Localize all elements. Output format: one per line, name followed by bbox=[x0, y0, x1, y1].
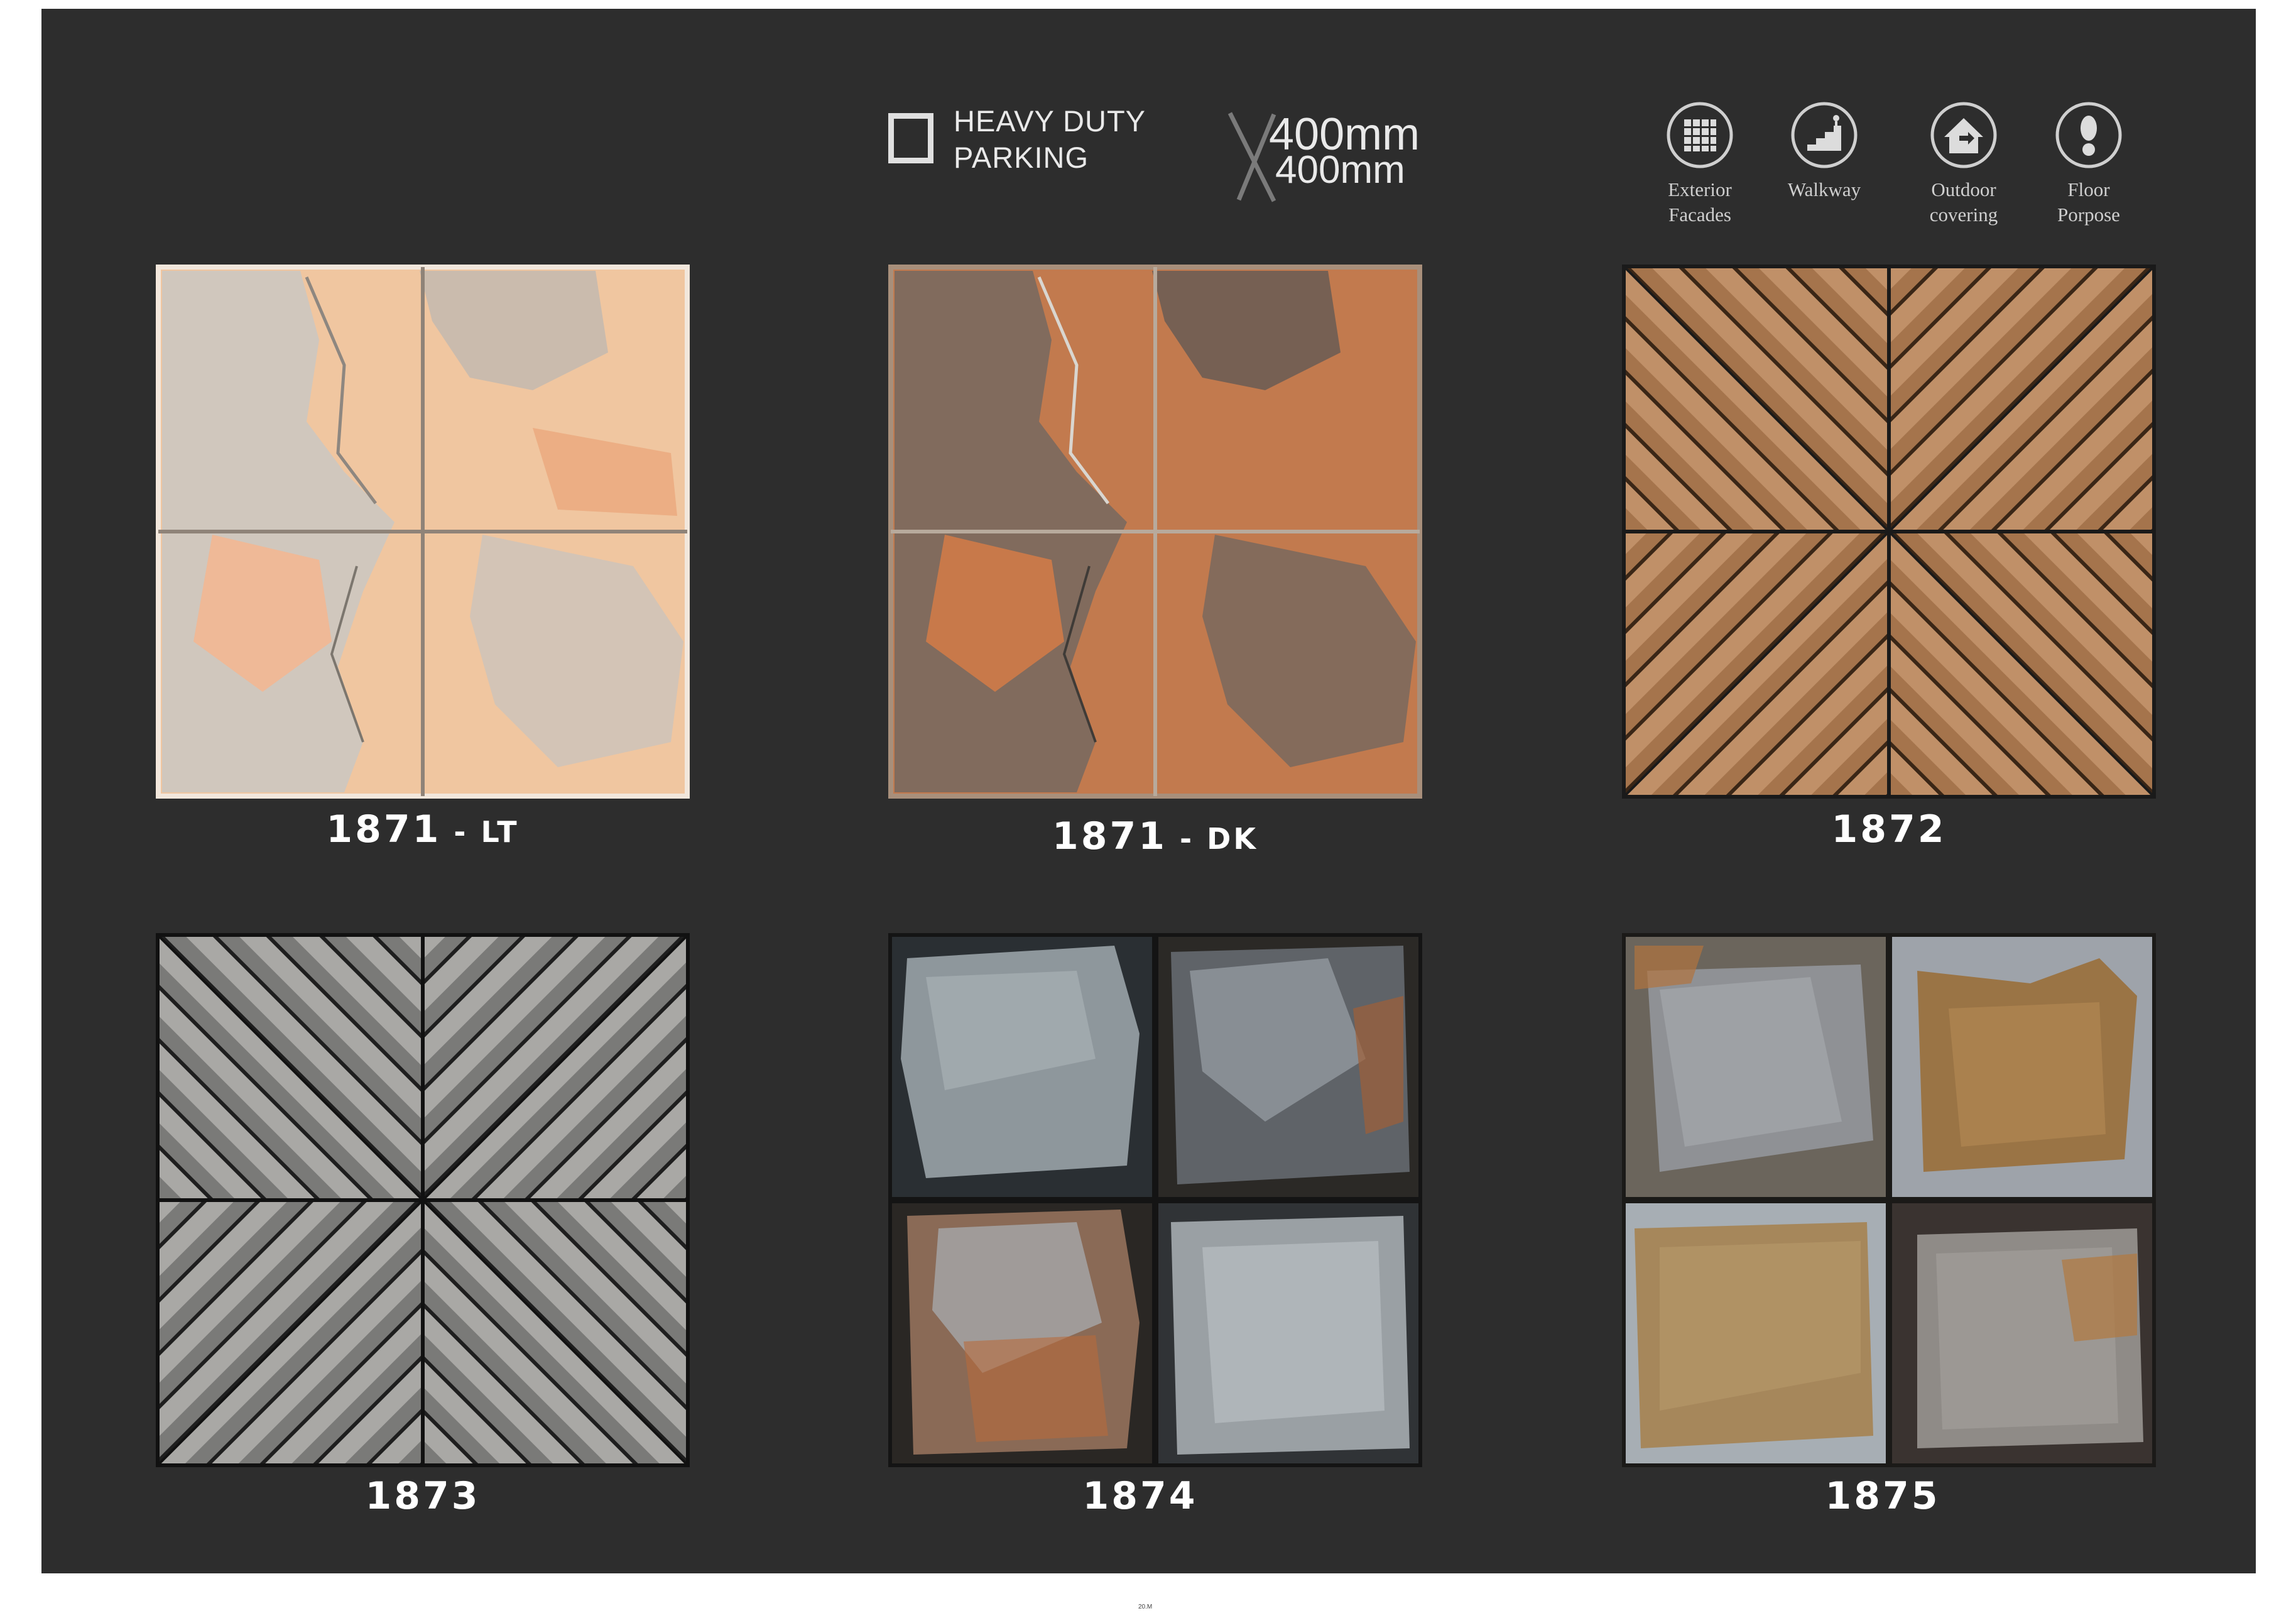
tile-image-1873 bbox=[156, 933, 690, 1467]
usage-label-line1: Walkway bbox=[1787, 178, 1861, 200]
tile-code-1875: 1875 bbox=[1616, 1474, 2150, 1518]
tile-image-1872 bbox=[1622, 265, 2156, 799]
usage-exterior-facades: Exterior Facades bbox=[1637, 101, 1763, 227]
tile-code-1871-dk: 1871 - DK bbox=[888, 814, 1422, 858]
tile-code: 1871 bbox=[1052, 814, 1168, 858]
tile-code-1871-lt: 1871 - LT bbox=[156, 807, 690, 851]
tile-image-1874 bbox=[888, 933, 1422, 1467]
square-outline-icon bbox=[888, 113, 933, 163]
usage-label-line2: Porpose bbox=[2057, 204, 2120, 226]
heavy-duty-line1: HEAVY DUTY bbox=[954, 104, 1146, 138]
tile-code: 1873 bbox=[365, 1474, 481, 1518]
usage-label-line2: Facades bbox=[1668, 204, 1731, 226]
house-outdoor-icon bbox=[1930, 102, 1997, 168]
tile-image-1875 bbox=[1622, 933, 2156, 1467]
tile-image-1871-lt bbox=[156, 265, 690, 799]
tile-code: 1874 bbox=[1082, 1474, 1198, 1518]
usage-floor-purpose: Floor Porpose bbox=[2026, 101, 2152, 227]
page-number: 20.M bbox=[1138, 1604, 1153, 1610]
usage-outdoor-covering: Outdoor covering bbox=[1901, 101, 2027, 227]
heavy-duty-line2: PARKING bbox=[954, 141, 1089, 174]
usage-label-line1: Outdoor bbox=[1931, 178, 1996, 200]
footprint-floor-icon bbox=[2055, 102, 2122, 168]
tile-code-1874: 1874 bbox=[873, 1474, 1407, 1518]
tile-image-1871-dk bbox=[888, 265, 1422, 799]
usage-label-line1: Floor bbox=[2067, 178, 2110, 200]
size-height: 400mm bbox=[1275, 148, 1405, 192]
tile-code-1872: 1872 bbox=[1622, 807, 2156, 851]
heavy-duty-label: HEAVY DUTY PARKING bbox=[954, 103, 1146, 176]
grid-facade-icon bbox=[1667, 102, 1733, 168]
tile-code: 1872 bbox=[1831, 807, 1947, 851]
tile-code-suffix: - LT bbox=[441, 815, 520, 849]
stairs-walkway-icon bbox=[1791, 102, 1858, 168]
tile-code-1873: 1873 bbox=[156, 1474, 690, 1518]
tile-code-suffix: - DK bbox=[1167, 822, 1258, 856]
usage-label-line1: Exterior bbox=[1668, 178, 1732, 200]
usage-walkway: Walkway bbox=[1761, 101, 1887, 202]
tile-code: 1875 bbox=[1825, 1474, 1940, 1518]
tile-code: 1871 bbox=[326, 807, 442, 851]
usage-label-line2: covering bbox=[1929, 204, 1998, 226]
